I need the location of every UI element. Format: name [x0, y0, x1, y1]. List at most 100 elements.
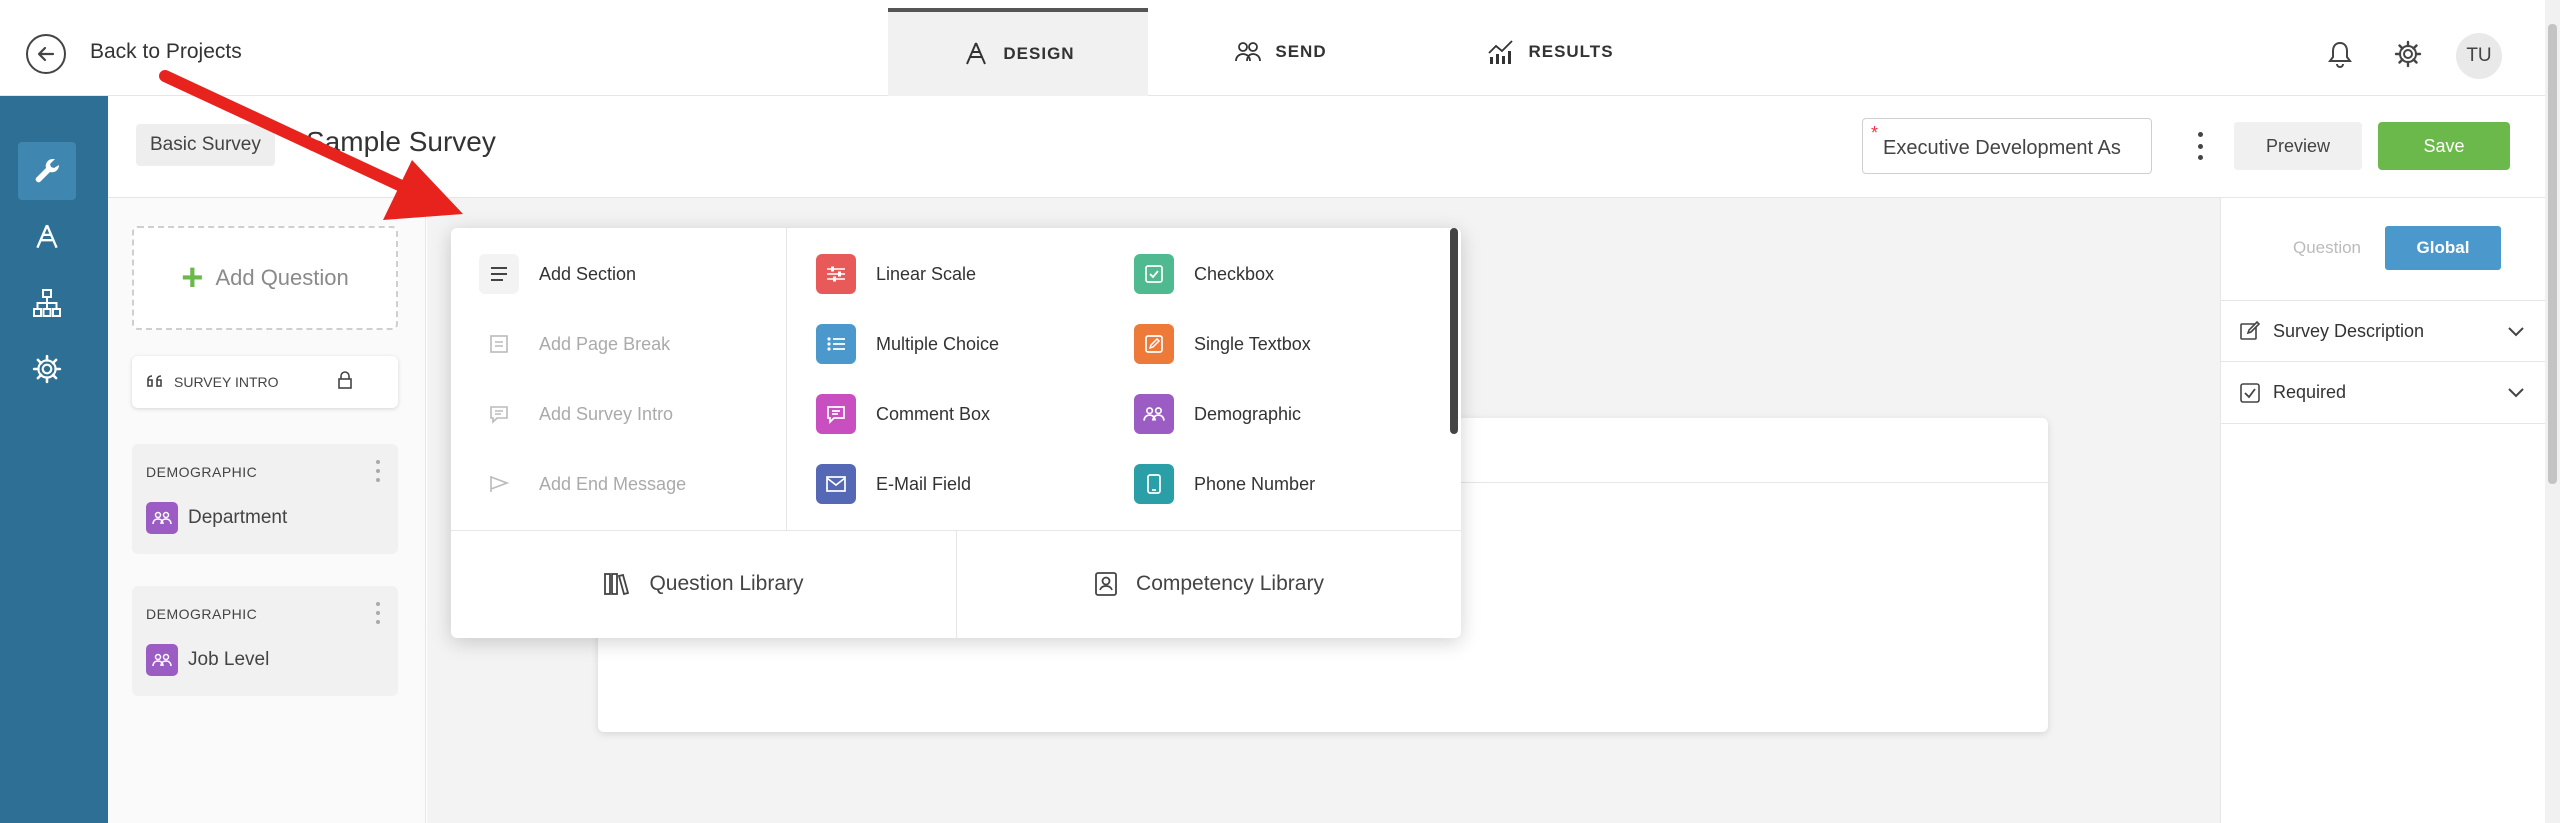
top-navigation: Back to Projects DESIGN SEND RESULTS TU: [0, 8, 2545, 96]
comment-box-item[interactable]: Comment Box: [816, 394, 990, 434]
project-select-value: Executive Development As: [1883, 137, 2121, 159]
comment-box-label: Comment Box: [876, 403, 991, 424]
hierarchy-icon[interactable]: [18, 274, 76, 332]
question-label: Job Level: [188, 649, 270, 670]
question-library-label: Question Library: [649, 572, 804, 595]
single-textbox-label: Single Textbox: [1194, 333, 1311, 354]
survey-header: Basic Survey Sample Survey * Executive D…: [108, 96, 2545, 198]
competency-library-button[interactable]: Competency Library: [957, 530, 1461, 638]
add-question-button[interactable]: + Add Question: [132, 226, 398, 330]
question-category: DEMOGRAPHIC: [146, 464, 258, 480]
question-item: Job Level: [146, 644, 269, 676]
demographic-label: Demographic: [1194, 403, 1302, 424]
question-item: Department: [146, 502, 287, 534]
required-marker: *: [1871, 123, 1879, 143]
gear-icon[interactable]: [18, 340, 76, 398]
phone-number-item[interactable]: Phone Number: [1134, 464, 1315, 504]
add-page-break-label: Add Page Break: [539, 333, 671, 354]
left-rail: [0, 96, 108, 823]
chevron-down-icon: [2508, 388, 2524, 398]
phone-number-label: Phone Number: [1194, 473, 1316, 494]
tab-send[interactable]: SEND: [1180, 8, 1380, 96]
competency-library-label: Competency Library: [1136, 572, 1324, 595]
survey-description-accordion[interactable]: Survey Description: [2221, 300, 2546, 362]
tab-design-label: DESIGN: [1003, 44, 1075, 63]
tab-design[interactable]: DESIGN: [888, 8, 1148, 96]
envelope-icon: [816, 464, 856, 504]
edit-icon: [1134, 324, 1174, 364]
phone-icon: [1134, 464, 1174, 504]
save-button[interactable]: Save: [2378, 122, 2510, 170]
back-to-projects-link[interactable]: Back to Projects: [90, 40, 242, 64]
page-title[interactable]: Sample Survey: [306, 126, 496, 158]
project-select[interactable]: * Executive Development As: [1862, 118, 2152, 174]
add-end-message-item[interactable]: Add End Message: [479, 464, 686, 504]
add-section-item[interactable]: Add Section: [479, 254, 636, 294]
required-label: Required: [2273, 382, 2347, 402]
checkbox-label: Checkbox: [1194, 263, 1275, 284]
tab-results-label: RESULTS: [1528, 42, 1614, 61]
question-menu-icon[interactable]: [376, 460, 382, 482]
add-question-menu: Add Section Add Page Break Add Survey In…: [451, 228, 1461, 638]
settings-panel: Question Global Survey Description Requi…: [2220, 198, 2546, 823]
preview-button[interactable]: Preview: [2234, 122, 2362, 170]
survey-description-label: Survey Description: [2273, 320, 2425, 341]
question-category: DEMOGRAPHIC: [146, 606, 258, 622]
results-icon: [1488, 40, 1514, 64]
checkbox-item[interactable]: Checkbox: [1134, 254, 1274, 294]
tab-question[interactable]: Question: [2269, 226, 2385, 270]
linear-scale-label: Linear Scale: [876, 263, 977, 284]
question-label: Department: [188, 507, 288, 528]
page-scrollbar[interactable]: [2545, 0, 2560, 823]
demographic-item[interactable]: Demographic: [1134, 394, 1301, 434]
multiple-choice-label: Multiple Choice: [876, 333, 1000, 354]
design-icon[interactable]: [18, 208, 76, 266]
add-end-message-label: Add End Message: [539, 473, 687, 494]
page-break-icon: [479, 324, 519, 364]
demographic-icon: [1134, 394, 1174, 434]
tab-results[interactable]: RESULTS: [1440, 8, 1660, 96]
design-icon: [966, 42, 987, 65]
survey-intro-label: SURVEY INTRO: [174, 374, 279, 390]
gear-icon[interactable]: [2390, 36, 2426, 72]
add-survey-intro-item[interactable]: Add Survey Intro: [479, 394, 673, 434]
settings-toggle: Question Global: [2269, 226, 2501, 270]
bell-icon[interactable]: [2322, 36, 2358, 72]
list-icon: [816, 324, 856, 364]
question-card[interactable]: DEMOGRAPHIC Job Level: [132, 586, 398, 696]
menu-scrollbar[interactable]: [1450, 228, 1458, 434]
survey-type-badge[interactable]: Basic Survey: [136, 124, 275, 166]
quote-icon: [147, 375, 162, 387]
demographic-icon: [146, 644, 178, 676]
more-options-icon[interactable]: [2190, 128, 2210, 164]
wrench-icon[interactable]: [18, 142, 76, 200]
sliders-icon: [816, 254, 856, 294]
email-field-item[interactable]: E-Mail Field: [816, 464, 971, 504]
linear-scale-item[interactable]: Linear Scale: [816, 254, 976, 294]
required-accordion[interactable]: Required: [2221, 362, 2546, 424]
checkbox-icon: [2240, 382, 2260, 403]
menu-lines-icon: [479, 254, 519, 294]
question-library-button[interactable]: Question Library: [451, 530, 956, 638]
survey-intro-item[interactable]: SURVEY INTRO: [132, 356, 398, 408]
question-menu-icon[interactable]: [376, 602, 382, 624]
question-list-panel: + Add Question SURVEY INTRO DEMOGRAPHIC …: [108, 198, 426, 823]
demographic-icon: [146, 502, 178, 534]
back-arrow-icon[interactable]: [26, 34, 66, 74]
single-textbox-item[interactable]: Single Textbox: [1134, 324, 1311, 364]
add-question-label: Add Question: [215, 265, 349, 290]
question-card[interactable]: DEMOGRAPHIC Department: [132, 444, 398, 554]
add-page-break-item[interactable]: Add Page Break: [479, 324, 670, 364]
tab-global[interactable]: Global: [2385, 226, 2501, 270]
id-card-icon: [1095, 572, 1117, 596]
avatar[interactable]: TU: [2456, 33, 2502, 79]
email-field-label: E-Mail Field: [876, 473, 972, 494]
tab-send-label: SEND: [1275, 42, 1327, 61]
multiple-choice-item[interactable]: Multiple Choice: [816, 324, 999, 364]
send-icon: [1235, 42, 1262, 62]
edit-icon: [2240, 320, 2261, 340]
plus-icon: +: [181, 256, 204, 299]
add-survey-intro-label: Add Survey Intro: [539, 403, 674, 424]
flag-icon: [479, 464, 519, 504]
lock-icon: [338, 371, 352, 389]
